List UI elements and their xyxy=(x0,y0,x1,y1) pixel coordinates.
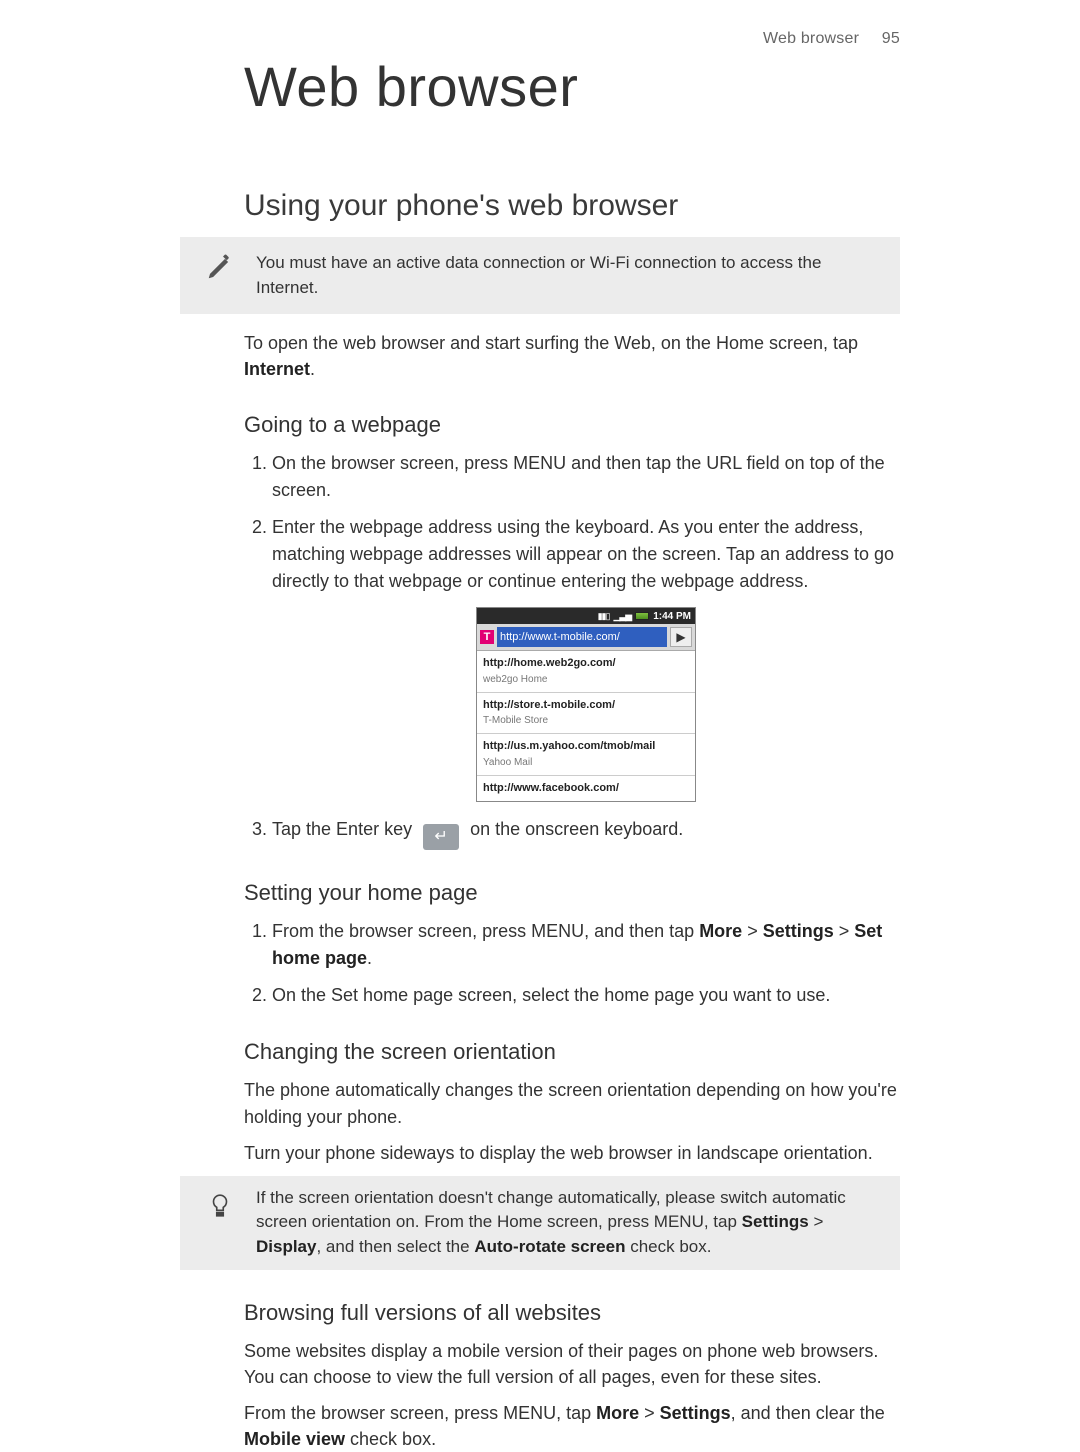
hp-sep1: > xyxy=(742,921,763,941)
section-title: Using your phone's web browser xyxy=(244,189,900,223)
pencil-icon xyxy=(202,249,238,285)
suggestion-title: T-Mobile Store xyxy=(483,713,689,728)
url-bar: T http://www.t-mobile.com/ ▶ xyxy=(477,624,695,651)
intro-text: To open the web browser and start surfin… xyxy=(244,333,858,353)
list-item: From the browser screen, press MENU, and… xyxy=(272,918,900,972)
fs-settings-label: Settings xyxy=(660,1403,731,1423)
fs-mid: , and then clear the xyxy=(731,1403,885,1423)
url-input-field: http://www.t-mobile.com/ xyxy=(497,627,667,647)
list-item: On the Set home page screen, select the … xyxy=(272,982,900,1009)
tip-display-label: Display xyxy=(256,1237,316,1256)
going-steps-list: On the browser screen, press MENU and th… xyxy=(244,450,900,850)
fullsites-p1: Some websites display a mobile version o… xyxy=(244,1338,900,1390)
intro-paragraph: To open the web browser and start surfin… xyxy=(244,330,900,382)
tip-end: check box. xyxy=(625,1237,711,1256)
fs-end: check box. xyxy=(345,1429,436,1449)
suggestion-url: http://us.m.yahoo.com/tmob/mail xyxy=(483,738,689,755)
subheading-set-home-page: Setting your home page xyxy=(244,880,900,906)
hp-sep2: > xyxy=(834,921,855,941)
hp-settings-label: Settings xyxy=(763,921,834,941)
subheading-orientation: Changing the screen orientation xyxy=(244,1039,900,1065)
suggestion-url: http://home.web2go.com/ xyxy=(483,655,689,672)
browser-url-screenshot: ▮▮▯ ▁▃▅ 1:44 PM T http://www.t-mobile.co… xyxy=(476,607,696,802)
orientation-p1: The phone automatically changes the scre… xyxy=(244,1077,900,1129)
url-suggestion: http://us.m.yahoo.com/tmob/mail Yahoo Ma… xyxy=(477,734,695,776)
suggestion-url: http://store.t-mobile.com/ xyxy=(483,697,689,714)
step3-suffix: on the onscreen keyboard. xyxy=(470,819,683,839)
fs-prefix: From the browser screen, press MENU, tap xyxy=(244,1403,596,1423)
hp-more-label: More xyxy=(699,921,742,941)
suggestion-title: web2go Home xyxy=(483,672,689,687)
homepage-steps-list: From the browser screen, press MENU, and… xyxy=(244,918,900,1009)
list-item: On the browser screen, press MENU and th… xyxy=(272,450,900,504)
url-suggestion: http://store.t-mobile.com/ T-Mobile Stor… xyxy=(477,693,695,735)
fs-more-label: More xyxy=(596,1403,639,1423)
note-callout-connection: You must have an active data connection … xyxy=(180,237,900,314)
running-header-section: Web browser xyxy=(763,30,859,47)
step2-text: Enter the webpage address using the keyb… xyxy=(272,517,894,591)
subheading-going-to-webpage: Going to a webpage xyxy=(244,412,900,438)
lightbulb-icon xyxy=(202,1188,238,1224)
go-button-icon: ▶ xyxy=(670,627,692,647)
fullsites-p2: From the browser screen, press MENU, tap… xyxy=(244,1400,900,1452)
orientation-p2: Turn your phone sideways to display the … xyxy=(244,1140,900,1166)
tip-callout-orientation: If the screen orientation doesn't change… xyxy=(180,1176,900,1270)
list-item: Enter the webpage address using the keyb… xyxy=(272,514,900,802)
running-header: Web browser 95 xyxy=(763,30,900,48)
signal-icon: ▮▮▯ xyxy=(598,610,610,624)
tip-sep: > xyxy=(809,1212,824,1231)
tip-autorotate-label: Auto-rotate screen xyxy=(474,1237,625,1256)
list-item: Tap the Enter key ↵ on the onscreen keyb… xyxy=(272,816,900,850)
suggestion-url: http://www.facebook.com/ xyxy=(483,780,689,797)
suggestion-title: Yahoo Mail xyxy=(483,755,689,770)
intro-internet-label: Internet xyxy=(244,359,310,379)
chapter-title: Web browser xyxy=(244,54,900,119)
hp-step1-prefix: From the browser screen, press MENU, and… xyxy=(272,921,699,941)
url-suggestion: http://www.facebook.com/ xyxy=(477,776,695,802)
tmobile-icon: T xyxy=(480,630,494,644)
subheading-full-versions: Browsing full versions of all websites xyxy=(244,1300,900,1326)
enter-key-icon: ↵ xyxy=(423,824,459,850)
phone-status-bar: ▮▮▯ ▁▃▅ 1:44 PM xyxy=(477,608,695,624)
note-text: You must have an active data connection … xyxy=(256,251,884,300)
running-header-page-number: 95 xyxy=(882,30,900,47)
step3-prefix: Tap the Enter key xyxy=(272,819,417,839)
hp-end: . xyxy=(367,948,372,968)
status-time: 1:44 PM xyxy=(653,609,691,624)
fs-mobileview-label: Mobile view xyxy=(244,1429,345,1449)
tip-text: If the screen orientation doesn't change… xyxy=(256,1186,884,1260)
document-page: Web browser 95 Web browser Using your ph… xyxy=(0,0,1080,1397)
fs-sep: > xyxy=(639,1403,660,1423)
url-suggestion: http://home.web2go.com/ web2go Home xyxy=(477,651,695,693)
content-column: Web browser Using your phone's web brows… xyxy=(244,54,900,1452)
battery-icon xyxy=(635,612,649,620)
tip-mid: , and then select the xyxy=(316,1237,474,1256)
tip-settings-label: Settings xyxy=(742,1212,809,1231)
bars-icon: ▁▃▅ xyxy=(613,610,631,624)
intro-suffix: . xyxy=(310,359,315,379)
